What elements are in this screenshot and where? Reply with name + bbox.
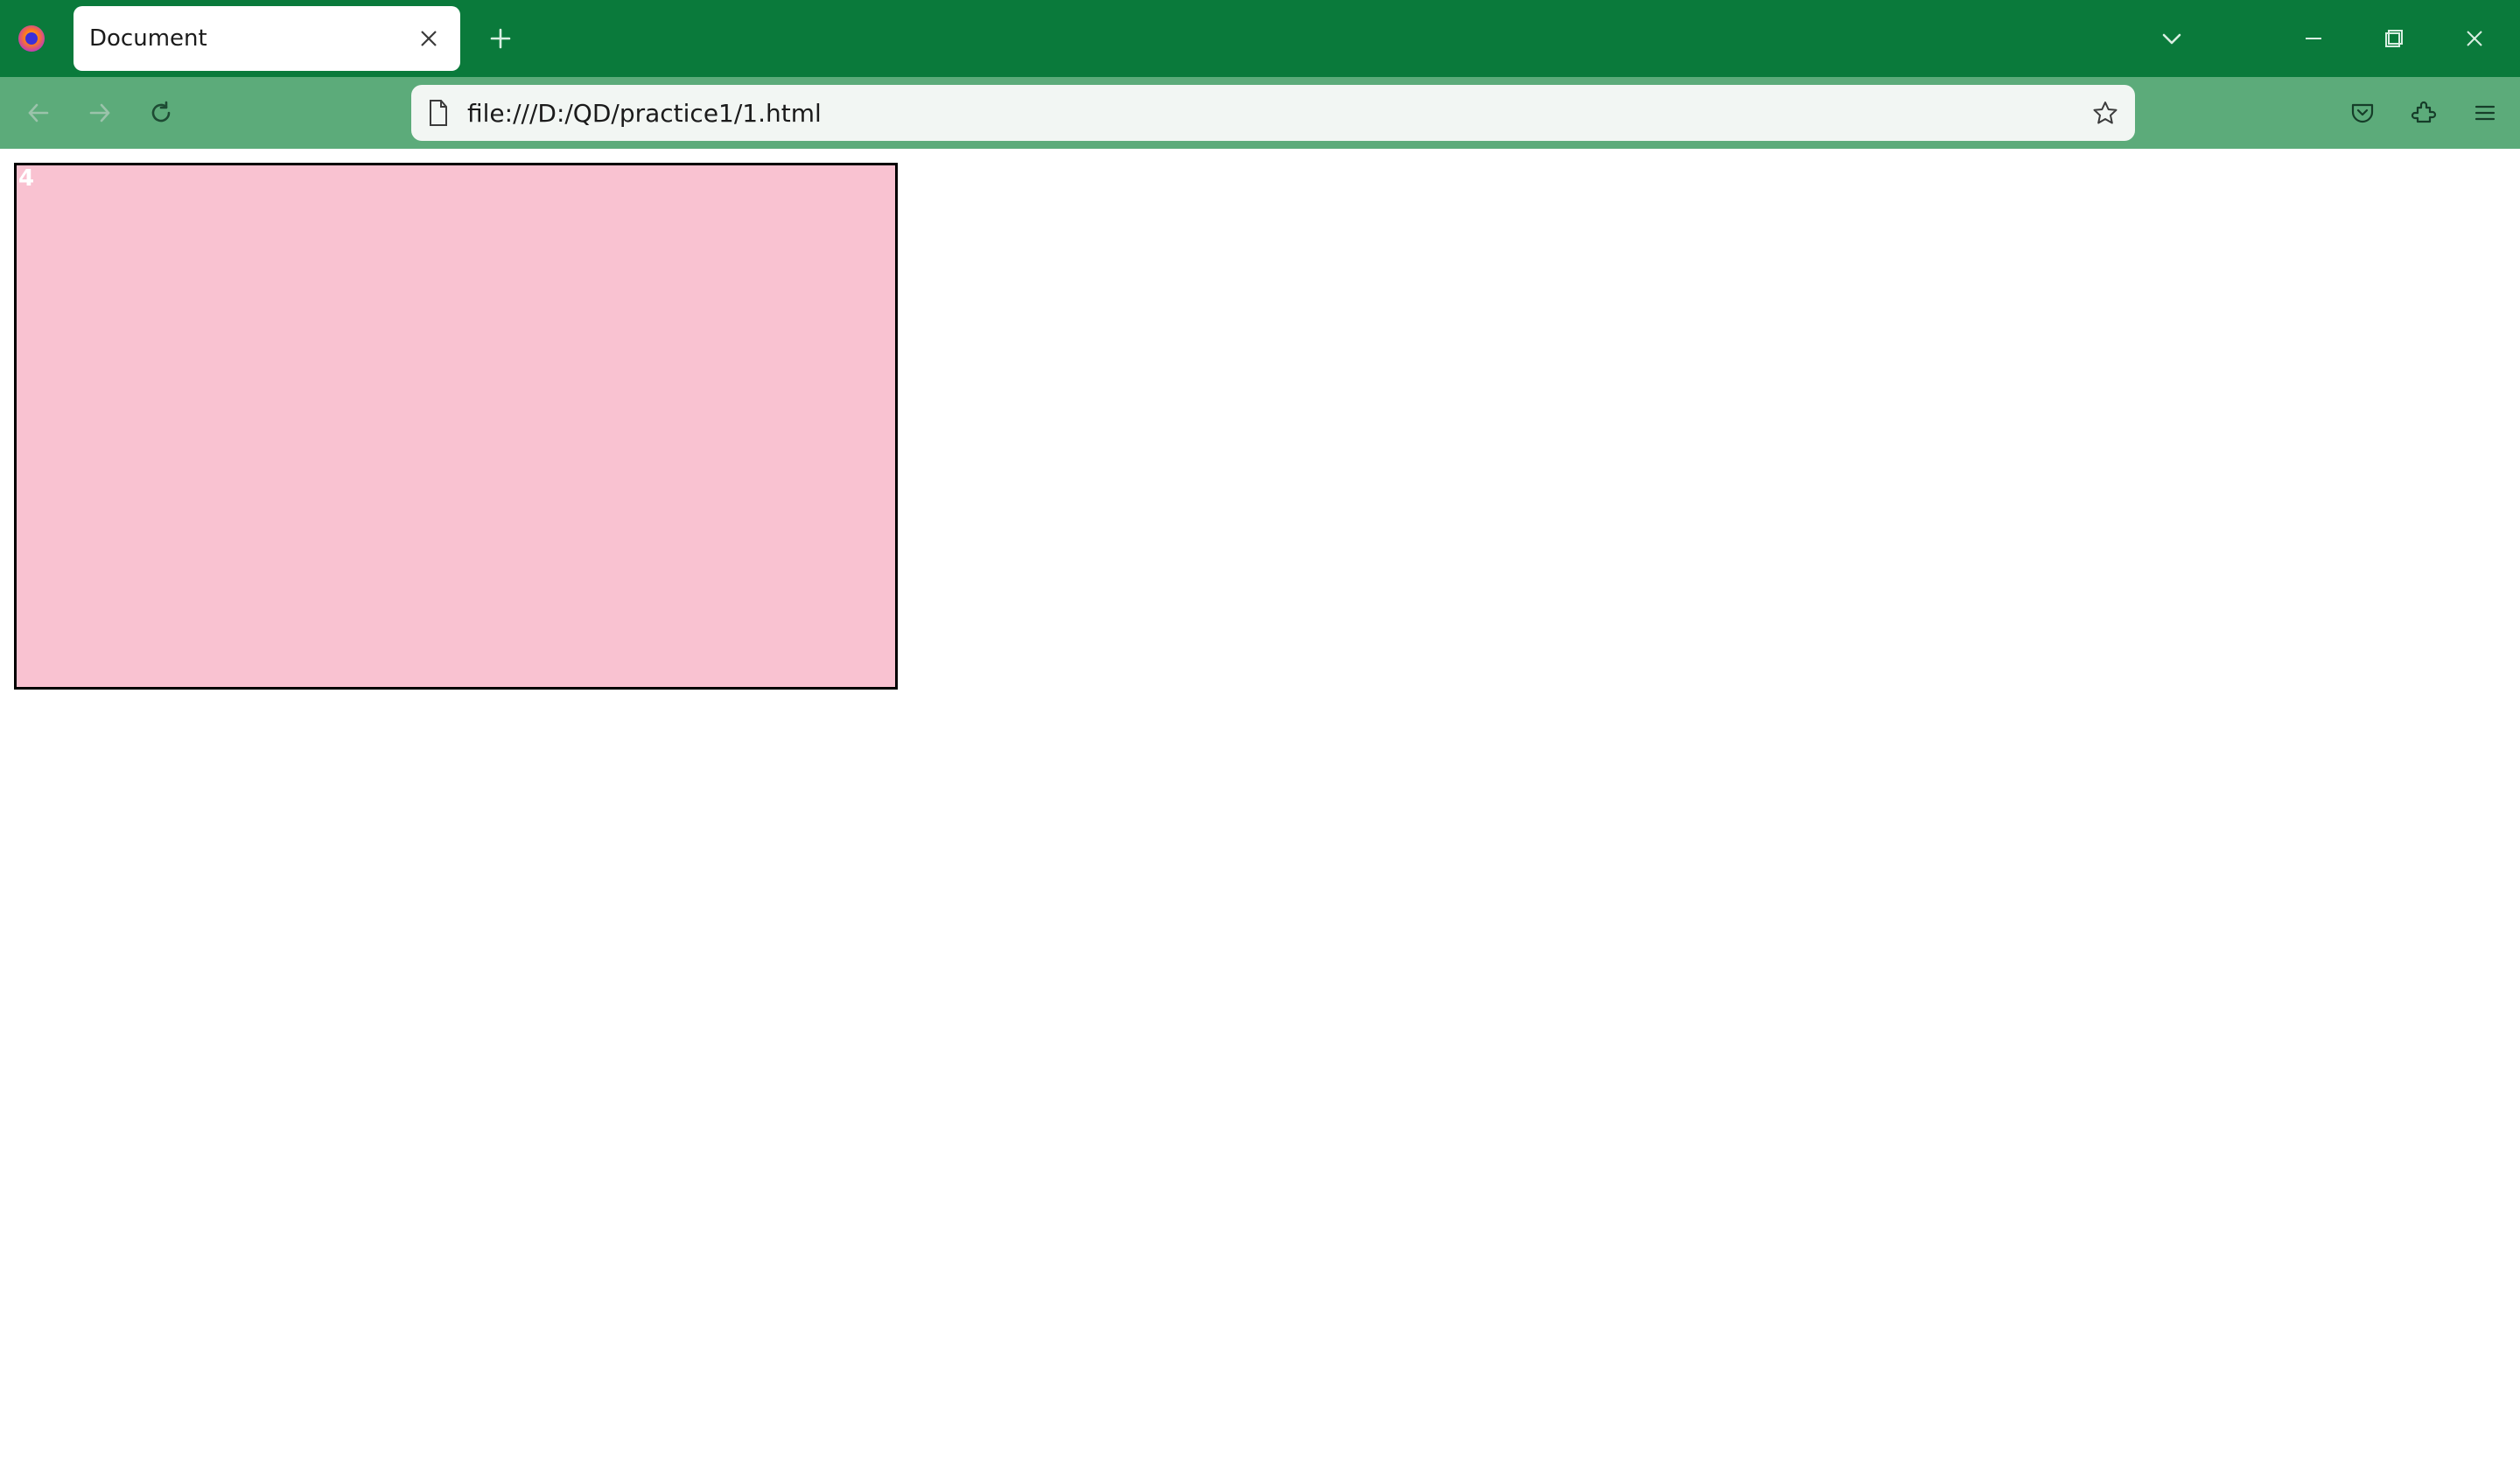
extensions-button[interactable] bbox=[2403, 92, 2445, 134]
tabbar: Document bbox=[74, 0, 2133, 77]
pocket-icon bbox=[2349, 100, 2376, 126]
app-menu-button[interactable] bbox=[2464, 92, 2506, 134]
forward-arrow-icon bbox=[87, 100, 113, 126]
reload-button[interactable] bbox=[136, 88, 186, 137]
window-close-button[interactable] bbox=[2434, 0, 2515, 77]
plus-icon bbox=[489, 27, 512, 50]
page-box-text: 4 bbox=[18, 165, 34, 192]
tab-title: Document bbox=[89, 25, 401, 52]
tab-document[interactable]: Document bbox=[74, 6, 460, 71]
hamburger-icon bbox=[2472, 100, 2498, 126]
page-viewport: 4 bbox=[0, 149, 2520, 1457]
window-maximize-button[interactable] bbox=[2354, 0, 2434, 77]
toolbar-right bbox=[2342, 92, 2506, 134]
maximize-icon bbox=[2384, 28, 2404, 49]
url-text: file:///D:/QD/practice1/1.html bbox=[467, 98, 2074, 128]
titlebar: Document bbox=[0, 0, 2520, 77]
star-icon bbox=[2092, 100, 2118, 126]
page-box: 4 bbox=[14, 163, 898, 690]
back-button[interactable] bbox=[14, 88, 63, 137]
chevron-down-icon bbox=[2160, 26, 2184, 51]
bookmark-button[interactable] bbox=[2088, 95, 2123, 130]
close-tab-button[interactable] bbox=[411, 21, 446, 56]
address-bar[interactable]: file:///D:/QD/practice1/1.html bbox=[411, 85, 2135, 141]
close-window-icon bbox=[2464, 28, 2485, 49]
reload-icon bbox=[148, 100, 174, 126]
pocket-button[interactable] bbox=[2342, 92, 2384, 134]
minimize-icon bbox=[2303, 28, 2324, 49]
titlebar-right bbox=[2140, 0, 2515, 77]
window-minimize-button[interactable] bbox=[2273, 0, 2354, 77]
new-tab-button[interactable] bbox=[480, 18, 522, 60]
firefox-logo-icon bbox=[12, 19, 51, 58]
puzzle-icon bbox=[2411, 100, 2437, 126]
tabs-dropdown-button[interactable] bbox=[2140, 0, 2203, 77]
back-arrow-icon bbox=[25, 100, 52, 126]
forward-button[interactable] bbox=[75, 88, 124, 137]
file-icon bbox=[426, 98, 451, 128]
site-identity-button[interactable] bbox=[424, 98, 453, 128]
close-icon bbox=[419, 29, 438, 48]
navigation-toolbar: file:///D:/QD/practice1/1.html bbox=[0, 77, 2520, 149]
